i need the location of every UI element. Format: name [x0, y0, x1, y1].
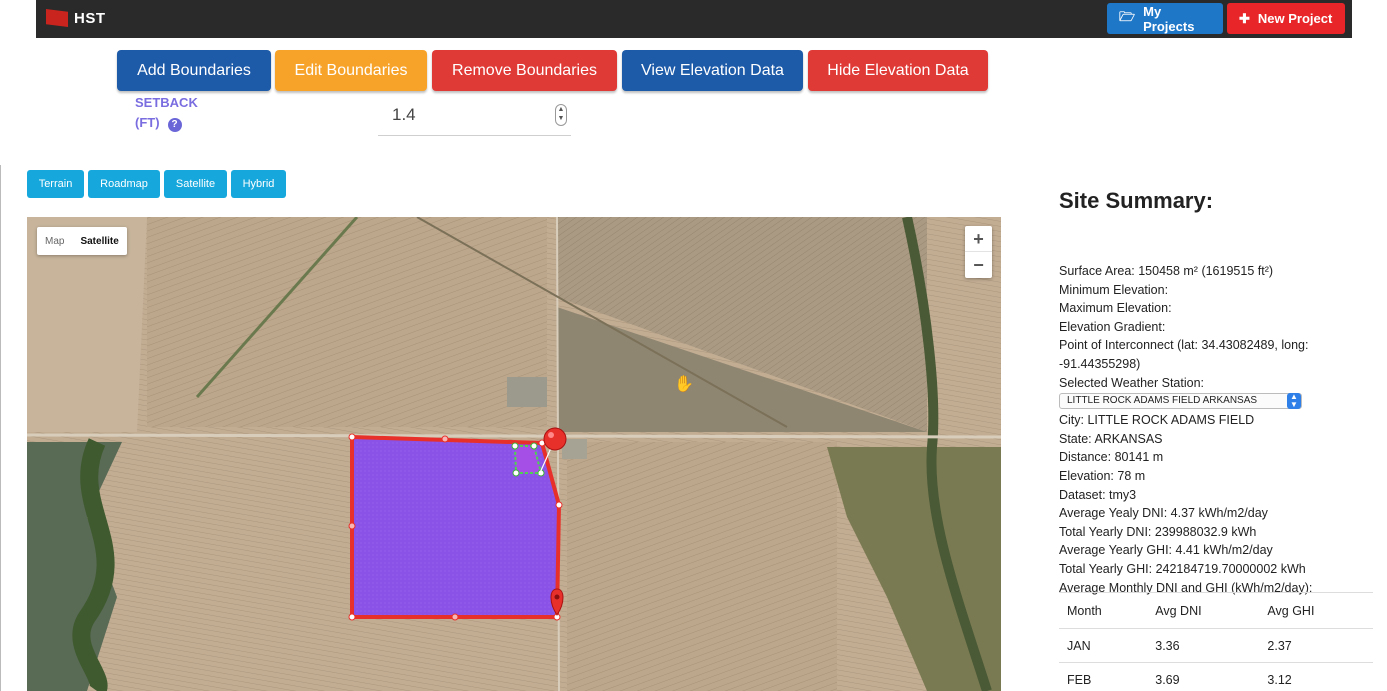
- remove-boundaries-button[interactable]: Remove Boundaries: [432, 50, 617, 91]
- boundary-vertex[interactable]: [555, 501, 563, 509]
- site-summary-title: Site Summary:: [1059, 188, 1214, 213]
- zoom-out-button[interactable]: −: [965, 252, 992, 278]
- setback-input[interactable]: 1.4 ▲ ▼: [378, 98, 571, 136]
- interconnect-marker[interactable]: [543, 427, 567, 451]
- table-cell: 3.12: [1259, 662, 1373, 691]
- app-name: HST: [74, 9, 106, 27]
- table-cell: 3.36: [1147, 628, 1260, 663]
- question-circle-icon[interactable]: ?: [167, 118, 182, 132]
- satellite-button[interactable]: Satellite: [164, 170, 227, 198]
- table-header-row: Month Avg DNI Avg GHI: [1059, 592, 1373, 629]
- setback-label-line2: (FT): [135, 115, 160, 130]
- road-horizontal: [27, 433, 1001, 439]
- table-cell: 2.37: [1259, 628, 1373, 663]
- column-header: Month: [1059, 592, 1148, 629]
- dataset: Dataset: tmy3: [1059, 487, 1137, 502]
- elevation: Elevation: 78 m: [1059, 468, 1146, 483]
- column-header: Avg DNI: [1147, 592, 1260, 629]
- surface-area: Surface Area: 150458 m² (1619515 ft²): [1059, 264, 1274, 278]
- interconnect-line-2: -91.44355298): [1059, 356, 1141, 371]
- add-boundaries-button[interactable]: Add Boundaries: [117, 50, 271, 91]
- select-arrows-icon: ▲ ▼: [1287, 393, 1301, 410]
- distance: Distance: 80141 m: [1059, 450, 1164, 465]
- table-cell: FEB: [1059, 662, 1148, 691]
- exclusion-vertex[interactable]: [511, 442, 519, 450]
- satellite-map[interactable]: Map Satellite + − ✋: [27, 217, 1001, 691]
- boundary-vertex[interactable]: [348, 613, 356, 621]
- boundary-vertex[interactable]: [451, 613, 459, 621]
- monthly-table: Month Avg DNI Avg GHI JAN 3.36 2.37 FEB …: [1059, 592, 1373, 691]
- city: City: LITTLE ROCK ADAMS FIELD: [1059, 413, 1255, 428]
- table-row: FEB 3.69 3.12: [1059, 662, 1373, 691]
- map-type-toggle: Map Satellite: [37, 227, 127, 255]
- divider: [0, 165, 1, 691]
- setback-label-line1: SETBACK: [135, 95, 198, 110]
- exclusion-vertex[interactable]: [530, 442, 538, 450]
- my-projects-button[interactable]: 🗁 My Projects: [1107, 3, 1223, 34]
- plus-icon: ✚: [1239, 10, 1250, 26]
- total-yearly-dni: Total Yearly DNI: 239988032.9 kWh: [1059, 524, 1257, 539]
- table-cell: JAN: [1059, 628, 1148, 663]
- table-cell: 3.69: [1147, 662, 1260, 691]
- hide-elevation-button[interactable]: Hide Elevation Data: [808, 50, 988, 91]
- field-south-east: [567, 442, 837, 691]
- minimum-elevation: Minimum Elevation:: [1059, 282, 1169, 297]
- weather-station-value: LITTLE ROCK ADAMS FIELD ARKANSAS: [1067, 395, 1258, 407]
- hybrid-button[interactable]: Hybrid: [231, 170, 286, 198]
- table-row: JAN 3.36 2.37: [1059, 628, 1373, 663]
- zoom-in-button[interactable]: +: [965, 226, 992, 252]
- maximum-elevation: Maximum Elevation:: [1059, 301, 1172, 316]
- elevation-gradient: Elevation Gradient:: [1059, 319, 1166, 334]
- edit-boundaries-button[interactable]: Edit Boundaries: [275, 50, 427, 91]
- site-summary: Site Summary: Surface Area: 150458 m² (1…: [1059, 188, 1379, 597]
- terrain-button[interactable]: Terrain: [27, 170, 84, 198]
- folder-open-icon: 🗁: [1119, 8, 1136, 24]
- exclusion-vertex[interactable]: [512, 469, 520, 477]
- column-header: Avg GHI: [1259, 592, 1373, 629]
- hand-cursor-icon: ✋: [674, 376, 694, 393]
- roadmap-button[interactable]: Roadmap: [88, 170, 160, 198]
- setback-value: 1.4: [392, 105, 416, 124]
- map-toggle-map[interactable]: Map: [37, 236, 72, 247]
- map-toggle-satellite[interactable]: Satellite: [72, 236, 126, 247]
- new-project-button[interactable]: ✚ New Project: [1227, 3, 1345, 34]
- zoom-control: + −: [965, 226, 992, 278]
- top-navbar: HST 🗁 My Projects ✚ New Project: [36, 0, 1352, 38]
- setback-stepper[interactable]: ▲ ▼: [555, 104, 567, 126]
- average-yearly-ghi: Average Yearly GHI: 4.41 kWh/m2/day: [1059, 543, 1273, 558]
- my-projects-label: My Projects: [1143, 3, 1195, 34]
- boundary-vertex[interactable]: [348, 522, 356, 530]
- setback-label: SETBACK (FT)?: [135, 93, 198, 133]
- view-elevation-button[interactable]: View Elevation Data: [622, 50, 803, 91]
- logo-icon: [46, 9, 68, 27]
- average-yearly-dni: Average Yealy DNI: 4.37 kWh/m2/day: [1059, 506, 1268, 521]
- new-project-label: New Project: [1257, 11, 1333, 26]
- map-imagery: [27, 217, 1001, 691]
- boundary-vertex[interactable]: [441, 435, 449, 443]
- app-logo[interactable]: HST: [46, 9, 106, 27]
- page: HST 🗁 My Projects ✚ New Project Add Boun…: [0, 0, 1387, 691]
- boundary-vertex[interactable]: [348, 433, 356, 441]
- total-yearly-ghi: Total Yearly GHI: 242184719.70000002 kWh: [1059, 561, 1306, 576]
- interconnect-line-1: Point of Interconnect (lat: 34.43082489,…: [1059, 338, 1309, 353]
- weather-station-label: Selected Weather Station:: [1059, 375, 1204, 390]
- farm-buildings: [507, 377, 547, 407]
- field-north-west: [147, 217, 547, 427]
- state: State: ARKANSAS: [1059, 431, 1163, 446]
- weather-station-select[interactable]: LITTLE ROCK ADAMS FIELD ARKANSAS ▲ ▼: [1059, 393, 1302, 410]
